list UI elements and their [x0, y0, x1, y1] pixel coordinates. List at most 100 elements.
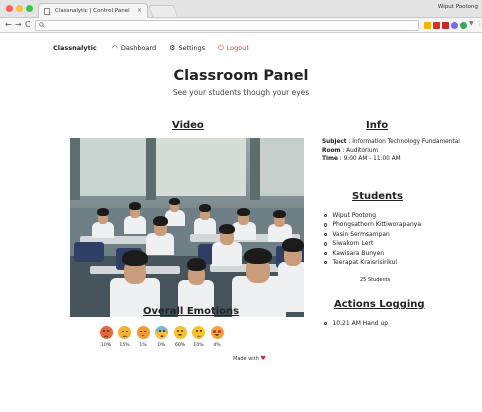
emotion-item: 10%	[192, 326, 206, 348]
extension-icon[interactable]	[442, 22, 449, 29]
power-icon: ⏻	[218, 43, 224, 52]
back-arrow-icon[interactable]: ←	[5, 20, 12, 30]
browser-titlebar: Classnalytic | Control Panel × Wiput Poo…	[0, 0, 482, 18]
minimize-window-button[interactable]	[16, 5, 23, 12]
nav-dashboard[interactable]: ◠ Dashboard	[112, 44, 156, 52]
page-favicon-icon	[44, 8, 50, 15]
room-row: Room : Auditorium	[322, 147, 379, 154]
student-count: 25 Students	[360, 277, 391, 283]
bullet-icon	[324, 251, 328, 256]
emotions-heading: Overall Emotions	[143, 306, 240, 317]
list-item: Vasin Sermsampan	[324, 230, 421, 239]
bullet-icon	[324, 321, 328, 326]
extension-icon[interactable]	[460, 22, 467, 29]
subject-label: Subject	[322, 139, 347, 145]
heart-icon: ♥	[260, 355, 266, 362]
video-heading: Video	[172, 120, 204, 131]
maximize-window-button[interactable]	[26, 5, 33, 12]
gear-icon: ⚙	[169, 43, 176, 52]
emotion-item: 0%	[155, 326, 169, 348]
browser-toolbar: ← → C ▼ ⋮	[0, 18, 482, 33]
gauge-icon: ◠	[111, 43, 118, 52]
page-title: Classroom Panel	[173, 68, 309, 84]
page-content: Classnalytic ◠ Dashboard ⚙ Settings ⏻ Lo…	[0, 34, 482, 412]
student-name: Wiput Pootong	[332, 212, 377, 219]
subject-value: Information Technology Fundamental	[352, 139, 460, 145]
fearful-face-icon	[155, 326, 168, 339]
emotion-percent: 1%	[139, 343, 147, 348]
browser-profile-name[interactable]: Wiput Pootong	[438, 4, 478, 10]
emotion-item: 10%	[99, 326, 113, 348]
list-item: Siwakorn Lert	[324, 239, 421, 248]
time-value: 9:00 AM - 11:00 AM	[343, 156, 401, 163]
time-row: Time : 9:00 AM - 11:00 AM	[322, 156, 401, 163]
emotions-row: 10% 15% 1% 0% 60% 10% 4%	[99, 326, 224, 348]
star-struck-face-icon	[210, 326, 224, 339]
students-list: Wiput Pootong Phongsathorn Kittiworapany…	[324, 211, 421, 267]
emotion-percent: 10%	[193, 343, 204, 348]
time-label: Time	[322, 156, 338, 163]
list-item: 10:21 AM Hand up	[324, 320, 388, 327]
app-navbar: Classnalytic ◠ Dashboard ⚙ Settings ⏻ Lo…	[53, 44, 249, 52]
footer-credit: Made with ♥	[233, 355, 266, 362]
room-value: Auditorium	[346, 147, 379, 154]
tired-face-icon	[136, 326, 150, 339]
nav-logout-label: Logout	[226, 44, 249, 52]
new-tab-button[interactable]	[147, 5, 179, 17]
bullet-icon	[324, 214, 328, 218]
nav-settings[interactable]: ⚙ Settings	[169, 44, 205, 52]
emotion-item: 15%	[118, 326, 132, 348]
emotion-item: 1%	[136, 326, 150, 348]
students-heading: Students	[352, 191, 403, 202]
emotion-percent: 60%	[174, 343, 186, 348]
browser-tab[interactable]: Classnalytic | Control Panel ×	[38, 3, 148, 18]
grinning-face-icon	[173, 326, 187, 339]
emotion-percent: 10%	[100, 343, 112, 348]
actions-heading: Actions Logging	[334, 299, 425, 310]
room-label: Room	[322, 147, 341, 154]
page-subtitle: See your students though your eyes	[172, 88, 310, 97]
extension-icon[interactable]	[433, 22, 440, 29]
emotion-item: 60%	[173, 326, 187, 348]
bullet-icon	[324, 223, 328, 227]
nav-logout[interactable]: ⏻ Logout	[218, 44, 249, 52]
student-name: Siwakorn Lert	[332, 240, 374, 248]
emotion-item: 4%	[210, 326, 224, 348]
emotion-percent: 4%	[213, 343, 221, 348]
nav-settings-label: Settings	[178, 44, 206, 52]
list-item: Kawisara Bunyen	[324, 249, 421, 258]
emotion-percent: 0%	[157, 343, 166, 348]
bullet-icon	[324, 261, 328, 265]
student-name: Teerapat Kraisrisirikul	[332, 259, 397, 267]
info-heading: Info	[366, 120, 389, 131]
address-bar[interactable]	[35, 20, 419, 31]
bullet-icon	[324, 242, 328, 246]
angry-face-icon	[99, 326, 113, 339]
extension-icon[interactable]	[451, 22, 458, 29]
unamused-face-icon	[118, 326, 131, 339]
bullet-icon	[324, 232, 328, 237]
emotion-percent: 15%	[119, 343, 130, 348]
class-info: Subject : Information Technology Fundame…	[322, 138, 472, 164]
nav-dashboard-label: Dashboard	[120, 44, 157, 52]
subject-row: Subject : Information Technology Fundame…	[322, 139, 460, 145]
tab-close-icon[interactable]: ×	[137, 4, 142, 18]
classroom-video[interactable]	[70, 138, 304, 317]
student-name: Phongsathorn Kittiworapanya	[332, 221, 422, 229]
reload-icon[interactable]: C	[25, 20, 31, 30]
extension-icon[interactable]	[424, 22, 431, 29]
brand-logo[interactable]: Classnalytic	[53, 44, 97, 52]
filter-icon[interactable]: ▼	[469, 20, 474, 27]
close-window-button[interactable]	[6, 5, 13, 12]
made-with-label: Made with	[233, 356, 259, 362]
list-item: Wiput Pootong	[324, 211, 421, 220]
tab-title: Classnalytic | Control Panel	[55, 8, 130, 14]
neutral-face-icon	[192, 326, 205, 339]
student-name: Vasin Sermsampan	[332, 230, 390, 238]
forward-arrow-icon[interactable]: →	[15, 20, 22, 30]
student-name: Kawisara Bunyen	[332, 249, 385, 257]
more-menu-icon[interactable]: ⋮	[477, 20, 482, 27]
search-icon	[39, 21, 45, 31]
action-entry: 10:21 AM Hand up	[332, 320, 389, 327]
list-item: Teerapat Kraisrisirikul	[324, 258, 421, 267]
